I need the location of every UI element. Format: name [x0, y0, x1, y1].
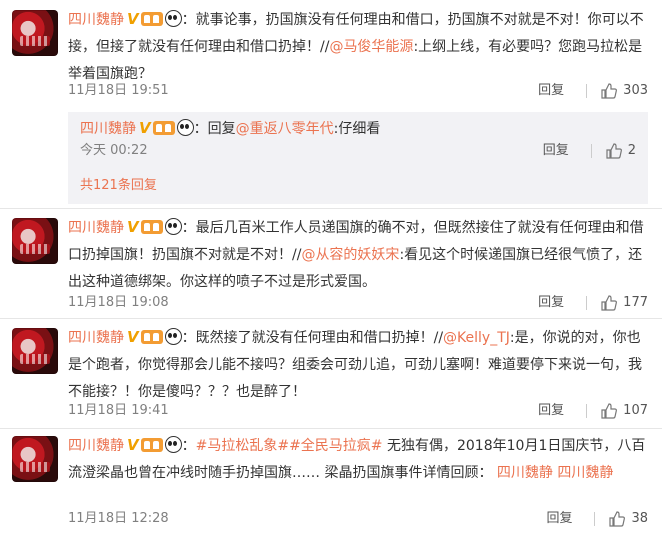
divider	[590, 144, 592, 158]
divider	[0, 428, 662, 429]
comment-text: 四川魏静 V ：就事论事，扔国旗没有任何理由和借口，扔国旗不对就是不对！你可以不接，…	[68, 6, 648, 88]
comment-item: 四川魏静 V ：既然接了就没有任何理由和借口扔掉！//@Kelly_TJ:是，你说的…	[0, 322, 662, 426]
reply-button[interactable]: 回复	[543, 140, 569, 162]
panda-emoji-icon	[164, 218, 182, 235]
comment-text: 四川魏静 V ：既然接了就没有任何理由和借口扔掉！//@Kelly_TJ:是，你说的…	[68, 324, 648, 406]
like-count: 107	[623, 403, 648, 418]
comment-text: 四川魏静 V ：#马拉松乱象##全民马拉疯# 无独有偶，2018年10月1日国庆节，…	[68, 432, 648, 487]
mention-link[interactable]: @Kelly_TJ	[443, 330, 510, 346]
user-name[interactable]: 四川魏静	[68, 330, 124, 346]
panda-emoji-icon	[176, 119, 194, 136]
text-part: ：	[181, 438, 196, 454]
reply-button[interactable]: 回复	[538, 400, 564, 422]
divider	[586, 84, 588, 98]
thumbs-up-icon[interactable]	[606, 143, 622, 159]
reply-button[interactable]: 回复	[546, 508, 572, 530]
panda-emoji-icon	[164, 10, 182, 27]
vip-badge-icon: V	[139, 119, 151, 137]
like-count: 177	[623, 295, 648, 310]
comment-item: 四川魏静 V ：#马拉松乱象##全民马拉疯# 无独有偶，2018年10月1日国庆节，…	[0, 432, 662, 548]
vip-badge-icon: V	[127, 218, 139, 236]
thumbs-up-icon[interactable]	[601, 83, 618, 99]
level-badge-icon	[140, 438, 163, 452]
divider	[0, 208, 662, 209]
avatar[interactable]	[12, 436, 58, 482]
mention-link[interactable]: @马俊华能源	[329, 39, 413, 55]
comment-list: 四川魏静 V ：就事论事，扔国旗没有任何理由和借口，扔国旗不对就是不对！你可以不接，…	[0, 0, 662, 549]
divider	[586, 404, 588, 418]
sub-reply-meta: 今天 00:22 回复 2	[80, 140, 636, 162]
text-part: ：回复	[193, 121, 236, 137]
comment-meta: 11月18日 19:41 回复 107	[68, 400, 648, 422]
comment-item: 四川魏静 V ：最后几百米工作人员递国旗的确不对，但既然接住了就没有任何理由和借口扔…	[0, 212, 662, 316]
like-count: 2	[627, 143, 636, 158]
thumbs-up-icon[interactable]	[609, 511, 626, 527]
user-name[interactable]: 四川魏静	[68, 220, 124, 236]
avatar[interactable]	[12, 218, 58, 264]
panda-emoji-icon	[164, 328, 182, 345]
mention-link[interactable]: @重返八零年代	[236, 121, 334, 137]
comment-meta: 11月18日 12:28 回复 38	[68, 508, 648, 530]
comment-item: 四川魏静 V ：就事论事，扔国旗没有任何理由和借口，扔国旗不对就是不对！你可以不接，…	[0, 0, 662, 208]
reply-button[interactable]: 回复	[538, 292, 564, 314]
hashtag-link[interactable]: #马拉松乱象#	[196, 438, 289, 454]
sub-reply-box: 四川魏静 V ：回复@重返八零年代:仔细看 今天 00:22 回复 2 共121条回…	[68, 112, 648, 204]
more-replies-link[interactable]: 共121条回复	[80, 174, 157, 193]
avatar[interactable]	[12, 10, 58, 56]
text-part: :仔细看	[333, 121, 381, 137]
avatar[interactable]	[12, 328, 58, 374]
thumbs-up-icon[interactable]	[601, 295, 618, 311]
sub-reply-text: 四川魏静 V ：回复@重返八零年代:仔细看	[80, 118, 636, 138]
timestamp: 今天 00:22	[80, 143, 148, 158]
timestamp: 11月18日 19:51	[68, 83, 169, 98]
panda-emoji-icon	[164, 436, 182, 453]
comment-meta: 11月18日 19:08 回复 177	[68, 292, 648, 314]
user-name[interactable]: 四川魏静	[80, 121, 136, 137]
user-name[interactable]: 四川魏静	[68, 438, 124, 454]
comment-meta: 11月18日 19:51 回复 303	[68, 80, 648, 102]
mention-link[interactable]: @从容的妖妖宋	[301, 247, 399, 263]
like-count: 303	[623, 83, 648, 98]
divider	[594, 512, 596, 526]
like-count: 38	[631, 511, 648, 526]
text-part: ：既然接了就没有任何理由和借口扔掉！//	[181, 330, 444, 346]
divider	[0, 318, 662, 319]
level-badge-icon	[152, 121, 175, 135]
vip-badge-icon: V	[127, 328, 139, 346]
timestamp: 11月18日 12:28	[68, 511, 169, 526]
divider	[586, 296, 588, 310]
thumbs-up-icon[interactable]	[601, 403, 618, 419]
timestamp: 11月18日 19:08	[68, 295, 169, 310]
timestamp: 11月18日 19:41	[68, 403, 169, 418]
comment-text: 四川魏静 V ：最后几百米工作人员递国旗的确不对，但既然接住了就没有任何理由和借口扔…	[68, 214, 648, 296]
profile-link[interactable]: 四川魏静	[557, 465, 613, 481]
user-name[interactable]: 四川魏静	[68, 12, 124, 28]
vip-badge-icon: V	[127, 10, 139, 28]
profile-link[interactable]: 四川魏静	[497, 465, 553, 481]
reply-button[interactable]: 回复	[538, 80, 564, 102]
level-badge-icon	[140, 12, 163, 26]
hashtag-link[interactable]: #全民马拉疯#	[289, 438, 382, 454]
level-badge-icon	[140, 330, 163, 344]
vip-badge-icon: V	[127, 436, 139, 454]
level-badge-icon	[140, 220, 163, 234]
